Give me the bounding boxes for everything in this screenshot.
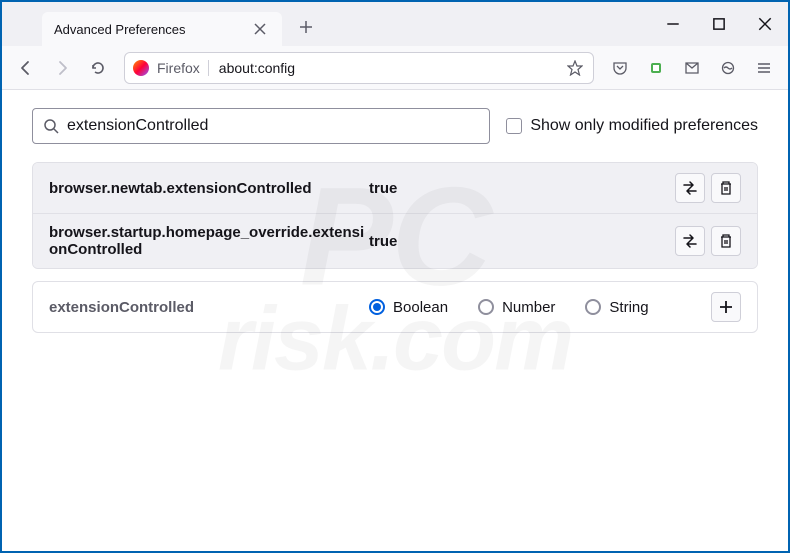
pref-value: true bbox=[369, 180, 675, 197]
reload-button[interactable] bbox=[82, 52, 114, 84]
delete-button[interactable] bbox=[711, 226, 741, 256]
back-button[interactable] bbox=[10, 52, 42, 84]
radio-input[interactable] bbox=[585, 299, 601, 315]
account-icon[interactable] bbox=[676, 52, 708, 84]
pref-name: browser.newtab.extensionControlled bbox=[49, 180, 369, 197]
radio-label: Boolean bbox=[393, 299, 448, 316]
radio-boolean[interactable]: Boolean bbox=[369, 299, 448, 316]
url-bar[interactable]: Firefox about:config bbox=[124, 52, 594, 84]
show-modified-checkbox-label[interactable]: Show only modified preferences bbox=[506, 117, 758, 135]
close-window-button[interactable] bbox=[742, 2, 788, 46]
new-tab-button[interactable] bbox=[292, 13, 320, 41]
pref-value: true bbox=[369, 233, 675, 250]
maximize-button[interactable] bbox=[696, 2, 742, 46]
identity-label: Firefox bbox=[157, 60, 209, 76]
search-input-container bbox=[32, 108, 490, 144]
radio-input[interactable] bbox=[478, 299, 494, 315]
url-text: about:config bbox=[209, 60, 561, 76]
radio-number[interactable]: Number bbox=[478, 299, 555, 316]
results-table: browser.newtab.extensionControlled true … bbox=[32, 162, 758, 269]
radio-label: String bbox=[609, 299, 648, 316]
table-row: browser.newtab.extensionControlled true bbox=[33, 163, 757, 213]
add-button[interactable] bbox=[711, 292, 741, 322]
tab-title: Advanced Preferences bbox=[54, 22, 186, 37]
table-row: browser.startup.homepage_override.extens… bbox=[33, 213, 757, 268]
type-radio-group: Boolean Number String bbox=[369, 299, 711, 316]
show-modified-checkbox[interactable] bbox=[506, 118, 522, 134]
menu-button[interactable] bbox=[748, 52, 780, 84]
add-preference-row: extensionControlled Boolean Number Strin… bbox=[32, 281, 758, 333]
forward-button[interactable] bbox=[46, 52, 78, 84]
radio-label: Number bbox=[502, 299, 555, 316]
extension-icon[interactable] bbox=[640, 52, 672, 84]
pocket-icon[interactable] bbox=[604, 52, 636, 84]
toggle-button[interactable] bbox=[675, 226, 705, 256]
checkbox-text: Show only modified preferences bbox=[530, 117, 758, 135]
protections-icon[interactable] bbox=[712, 52, 744, 84]
toggle-button[interactable] bbox=[675, 173, 705, 203]
minimize-button[interactable] bbox=[650, 2, 696, 46]
delete-button[interactable] bbox=[711, 173, 741, 203]
browser-tab[interactable]: Advanced Preferences bbox=[42, 12, 282, 46]
close-tab-icon[interactable] bbox=[250, 19, 270, 39]
radio-input[interactable] bbox=[369, 299, 385, 315]
search-icon bbox=[43, 118, 59, 134]
radio-string[interactable]: String bbox=[585, 299, 648, 316]
add-pref-name: extensionControlled bbox=[49, 299, 369, 316]
pref-name: browser.startup.homepage_override.extens… bbox=[49, 224, 369, 258]
search-input[interactable] bbox=[67, 117, 479, 135]
bookmark-star-icon[interactable] bbox=[561, 54, 589, 82]
firefox-logo-icon bbox=[125, 52, 157, 84]
